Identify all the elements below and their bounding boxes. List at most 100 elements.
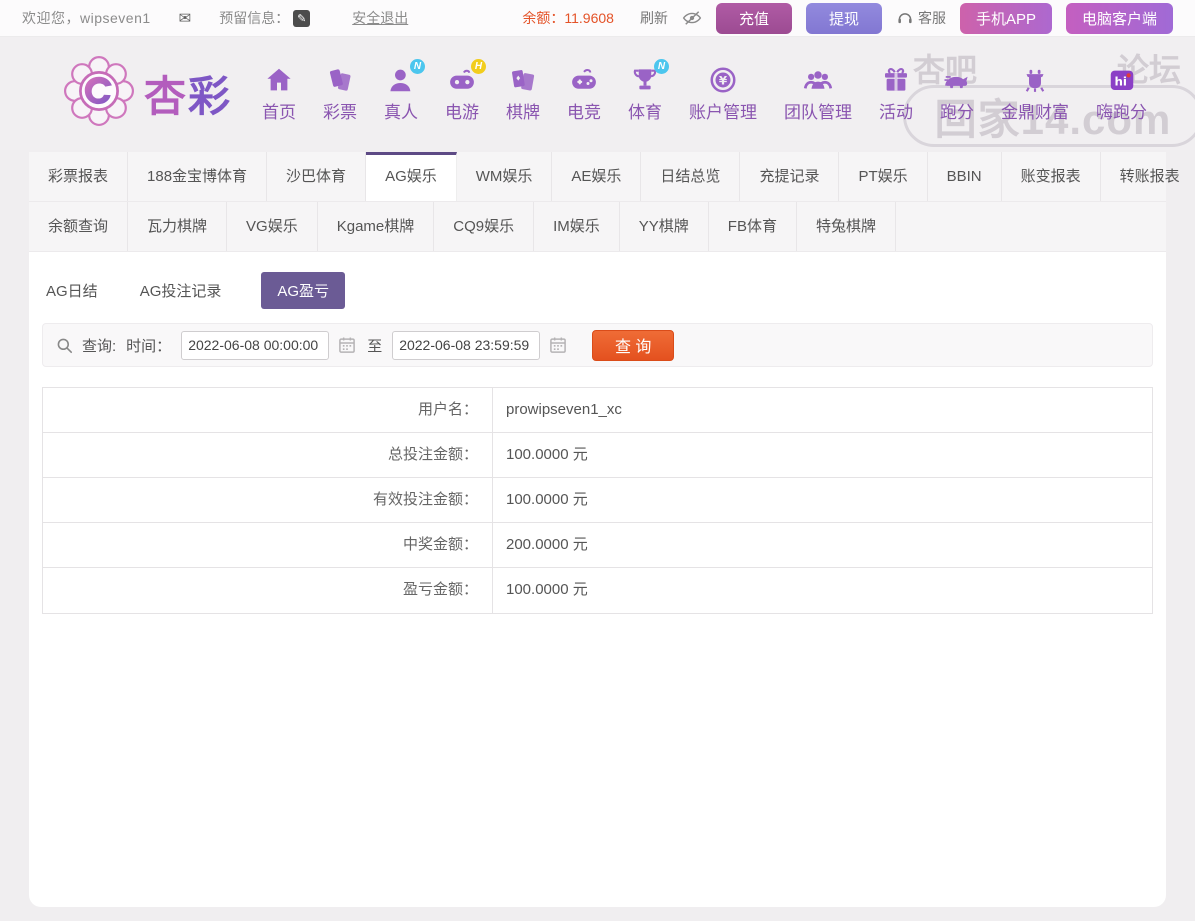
- main-nav: 首页 彩票 N 真人 H 电游 棋牌 电竞 N 体育 ¥ 账户管理 团队管理 活…: [262, 58, 1147, 123]
- refresh-link[interactable]: 刷新: [640, 8, 668, 28]
- calendar-icon[interactable]: [337, 334, 359, 356]
- nav-item-sports[interactable]: N 体育: [628, 58, 670, 123]
- logo-text: 杏彩: [144, 63, 232, 124]
- tab-item[interactable]: FB体育: [709, 202, 797, 251]
- rhino-icon: [941, 65, 973, 95]
- to-label: 至: [367, 337, 383, 355]
- hi-icon: hi: [1106, 65, 1138, 95]
- report-value: 200.0000 元: [506, 536, 588, 553]
- nav-item-live[interactable]: N 真人: [384, 58, 426, 123]
- tab-item[interactable]: IM娱乐: [534, 202, 620, 251]
- tab-item[interactable]: Kgame棋牌: [318, 202, 435, 251]
- nav-item-home[interactable]: 首页: [262, 65, 296, 123]
- report-label: 中奖金额：: [43, 523, 493, 567]
- nav-item-paofen[interactable]: 跑分: [940, 65, 974, 123]
- team-icon: [802, 65, 834, 95]
- mobile-app-button[interactable]: 手机APP: [959, 2, 1052, 34]
- nav-item-team[interactable]: 团队管理: [784, 65, 852, 123]
- query-button[interactable]: 查 询: [592, 329, 675, 361]
- badge-hot: H: [471, 58, 487, 74]
- search-bar: 查询: 时间： 至 查 询: [42, 323, 1153, 367]
- calendar-icon[interactable]: [548, 334, 570, 356]
- balance-label: 余额：: [522, 10, 565, 26]
- tab-item[interactable]: 特兔棋牌: [797, 202, 896, 251]
- report-value: prowipseven1_xc: [506, 401, 622, 418]
- date-from-input[interactable]: [181, 330, 330, 360]
- tab-item[interactable]: 账变报表: [1002, 152, 1101, 201]
- report-value: 100.0000 元: [506, 446, 588, 463]
- balance-value: 11.9608: [564, 10, 614, 26]
- nav-item-esports[interactable]: 电竞: [567, 65, 601, 123]
- eye-slash-icon[interactable]: [682, 8, 702, 28]
- tab-item[interactable]: 彩票报表: [29, 152, 129, 201]
- report-row: 总投注金额： 100.0000 元: [43, 433, 1152, 478]
- nav-item-chess[interactable]: 棋牌: [506, 65, 540, 123]
- headset-icon: [896, 9, 914, 27]
- logout-link[interactable]: 安全退出: [352, 8, 408, 28]
- edit-icon[interactable]: ✎: [293, 9, 311, 27]
- badge-new: N: [410, 58, 426, 74]
- tab-item[interactable]: 188金宝博体育: [128, 152, 268, 201]
- page-wrap: 彩票报表 188金宝博体育 沙巴体育 AG娱乐 WM娱乐 AE娱乐 日结总览 充…: [29, 152, 1180, 907]
- badge-new: N: [654, 58, 670, 74]
- subtab-ag-profit-active[interactable]: AG盈亏: [261, 272, 346, 309]
- home-icon: [263, 65, 295, 95]
- nav-item-egames[interactable]: H 电游: [445, 58, 487, 123]
- topbar: 欢迎您，wipseven1 ✉ 预留信息： ✎ 安全退出 余额：11.9608 …: [0, 0, 1195, 37]
- logo-emblem-icon: [64, 56, 134, 131]
- tab-item[interactable]: AE娱乐: [552, 152, 642, 201]
- report-label: 用户名：: [43, 388, 493, 432]
- trophy-icon: N: [629, 58, 670, 95]
- svg-text:¥: ¥: [719, 73, 728, 87]
- joystick-icon: [568, 65, 600, 95]
- withdraw-button[interactable]: 提现: [805, 2, 882, 34]
- report-label: 有效投注金额：: [43, 478, 493, 522]
- ticket-icon: [324, 65, 356, 95]
- envelope-icon[interactable]: ✉: [179, 9, 192, 27]
- person-icon: N: [385, 58, 426, 95]
- balance: 余额：11.9608: [522, 8, 614, 28]
- cards-icon: [507, 65, 539, 95]
- svg-text:hi: hi: [1114, 74, 1127, 88]
- subtabs: AG日结 AG投注记录 AG盈亏: [42, 268, 1153, 323]
- brand-char2: 彩: [188, 73, 233, 120]
- message-label: 预留信息：: [219, 10, 290, 26]
- tab-item[interactable]: 瓦力棋牌: [128, 202, 228, 251]
- site-logo[interactable]: 杏彩: [64, 56, 232, 131]
- time-label: 时间：: [126, 337, 172, 355]
- pc-client-button[interactable]: 电脑客户端: [1065, 2, 1173, 34]
- tab-item[interactable]: 沙巴体育: [267, 152, 367, 201]
- site-header: 杏吧 论坛 回家14.com 杏彩 首页 彩票 N 真人 H 电游 棋牌 电竞 …: [0, 37, 1195, 150]
- tab-item-active[interactable]: AG娱乐: [366, 152, 457, 201]
- recharge-button[interactable]: 充值: [715, 2, 792, 34]
- query-label: 查询:: [82, 337, 117, 355]
- search-icon: [55, 336, 74, 355]
- report-row: 用户名： prowipseven1_xc: [43, 388, 1152, 433]
- report-row: 中奖金额： 200.0000 元: [43, 523, 1152, 568]
- tabs-row-2: 余额查询 瓦力棋牌 VG娱乐 Kgame棋牌 CQ9娱乐 IM娱乐 YY棋牌 F…: [29, 202, 1166, 252]
- tab-item[interactable]: 转账报表: [1101, 152, 1195, 201]
- subtab-ag-daily[interactable]: AG日结: [44, 272, 100, 309]
- nav-item-haipaofen[interactable]: hi 嗨跑分: [1096, 65, 1147, 123]
- ding-icon: [1019, 65, 1051, 95]
- customer-service[interactable]: 客服: [896, 8, 946, 28]
- main-content: AG日结 AG投注记录 AG盈亏 查询: 时间： 至 查 询 用户名：: [29, 252, 1166, 907]
- nav-item-account[interactable]: ¥ 账户管理: [689, 65, 757, 123]
- tab-item[interactable]: WM娱乐: [457, 152, 553, 201]
- nav-item-lottery[interactable]: 彩票: [323, 65, 357, 123]
- date-to-input[interactable]: [392, 330, 541, 360]
- nav-item-jinding[interactable]: 金鼎财富: [1001, 65, 1069, 123]
- coin-icon: ¥: [707, 65, 739, 95]
- tab-item[interactable]: VG娱乐: [227, 202, 318, 251]
- tab-item[interactable]: 充提记录: [740, 152, 840, 201]
- nav-item-activity[interactable]: 活动: [879, 65, 913, 123]
- tab-item[interactable]: 日结总览: [641, 152, 741, 201]
- tab-item[interactable]: CQ9娱乐: [434, 202, 535, 251]
- tab-item[interactable]: 余额查询: [29, 202, 129, 251]
- welcome-text: 欢迎您，wipseven1: [22, 10, 151, 26]
- tab-item[interactable]: BBIN: [928, 152, 1002, 201]
- brand-char1: 杏: [144, 73, 189, 120]
- subtab-ag-bets[interactable]: AG投注记录: [138, 272, 224, 309]
- tab-item[interactable]: YY棋牌: [620, 202, 709, 251]
- tab-item[interactable]: PT娱乐: [839, 152, 928, 201]
